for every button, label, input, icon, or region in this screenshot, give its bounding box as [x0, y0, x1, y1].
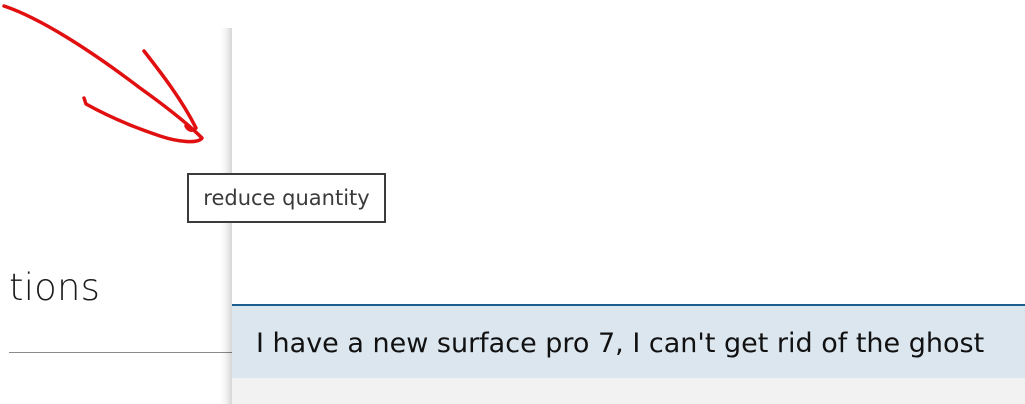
search-panel-footer: [232, 378, 1025, 404]
search-result-text: I have a new surface pro 7, I can't get …: [256, 328, 985, 359]
tooltip: reduce quantity: [187, 173, 386, 223]
search-result-item[interactable]: I have a new surface pro 7, I can't get …: [232, 304, 1025, 378]
page-heading-fragment: tions: [9, 266, 101, 309]
annotation-arrow-icon: [2, 4, 204, 144]
heading-divider: [9, 352, 232, 353]
tooltip-text: reduce quantity: [203, 186, 370, 210]
screen: tions I have a new surface pro 7, I can'…: [0, 0, 1025, 404]
